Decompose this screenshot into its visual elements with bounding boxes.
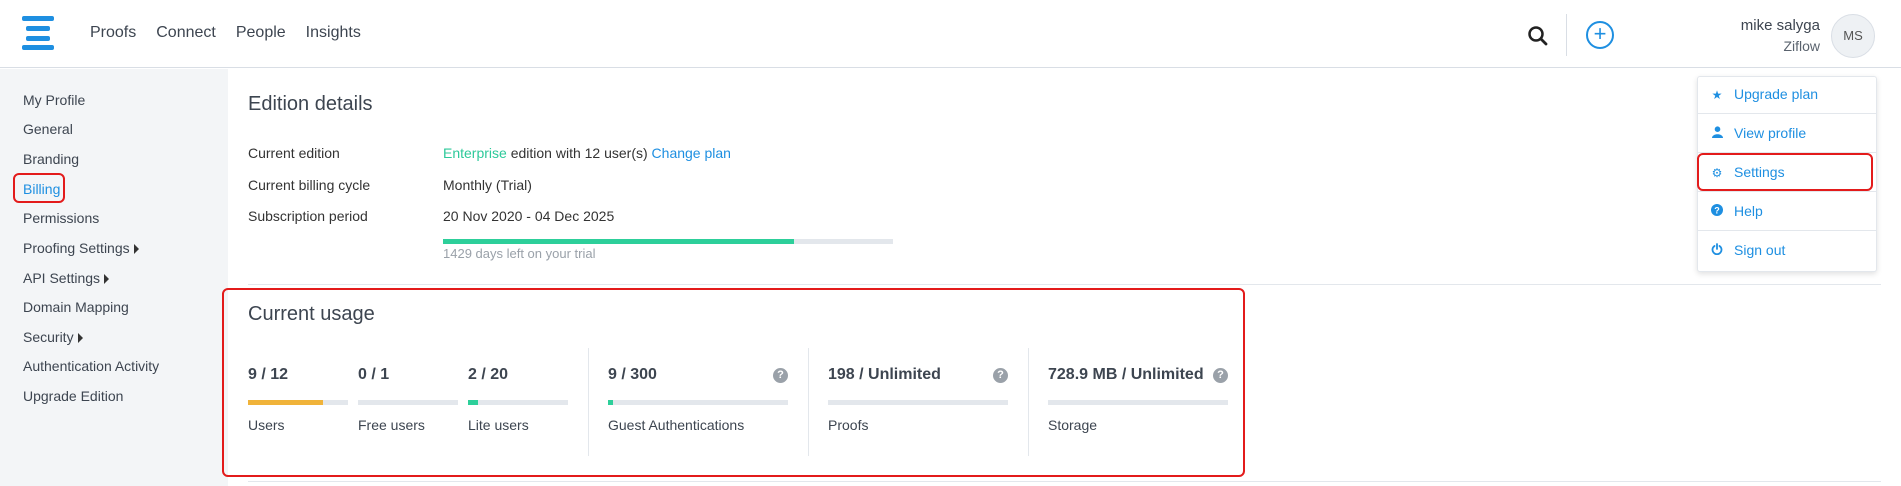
current-edition-value: Enterprise edition with 12 user(s) Chang… — [443, 145, 731, 161]
help-icon[interactable]: ? — [993, 368, 1008, 383]
settings-sidebar: My Profile General Branding Billing Perm… — [0, 69, 228, 486]
caret-right-icon — [133, 244, 139, 255]
sidebar-item-api-settings[interactable]: API Settings — [23, 270, 110, 286]
billing-cycle-value: Monthly (Trial) — [443, 177, 532, 193]
metric-divider — [588, 348, 589, 456]
sidebar-item-label: Proofing Settings — [23, 240, 130, 256]
help-icon[interactable]: ? — [773, 368, 788, 383]
menu-item-upgrade-plan[interactable]: ★ Upgrade plan — [1710, 86, 1818, 102]
metric-guest-authentications: 9 / 300 ? Guest Authentications — [608, 366, 788, 433]
sidebar-item-my-profile[interactable]: My Profile — [23, 92, 85, 108]
header-divider — [1566, 14, 1567, 56]
question-icon: ? — [1710, 204, 1724, 219]
metric-label: Storage — [1048, 417, 1098, 433]
metric-value: 2 / 20 — [468, 366, 509, 383]
current-edition-label: Current edition — [248, 145, 340, 161]
menu-divider — [1698, 191, 1876, 192]
subscription-period-value: 20 Nov 2020 - 04 Dec 2025 — [443, 208, 615, 224]
metric-value: 9 / 12 — [248, 366, 289, 383]
metric-storage: 728.9 MB / Unlimited ? Storage — [1048, 366, 1228, 433]
menu-item-sign-out[interactable]: Sign out — [1710, 242, 1785, 258]
power-icon — [1710, 243, 1724, 258]
trial-progress-fill — [443, 239, 794, 244]
metric-progress-bar — [468, 400, 568, 405]
menu-item-label: View profile — [1734, 125, 1807, 141]
menu-item-view-profile[interactable]: View profile — [1710, 125, 1806, 141]
sidebar-item-permissions[interactable]: Permissions — [23, 210, 99, 226]
billing-highlight-box — [13, 173, 65, 203]
sidebar-item-domain-mapping[interactable]: Domain Mapping — [23, 299, 129, 315]
metric-label: Users — [248, 417, 285, 433]
metric-label: Guest Authentications — [608, 417, 745, 433]
metric-progress-fill — [248, 400, 323, 405]
metric-label: Free users — [358, 417, 425, 433]
metric-label: Lite users — [468, 417, 529, 433]
change-plan-link[interactable]: Change plan — [652, 145, 731, 161]
main-nav: Proofs Connect People Insights — [90, 24, 361, 42]
person-icon — [1710, 126, 1724, 141]
menu-item-label: Help — [1734, 203, 1763, 219]
subscription-period-label: Subscription period — [248, 208, 368, 224]
sidebar-item-proofing-settings[interactable]: Proofing Settings — [23, 240, 139, 256]
nav-connect[interactable]: Connect — [156, 24, 216, 42]
avatar[interactable]: MS — [1831, 14, 1875, 58]
metric-progress-bar — [358, 400, 458, 405]
sidebar-item-authentication-activity[interactable]: Authentication Activity — [23, 358, 159, 374]
trial-days-left: 1429 days left on your trial — [443, 246, 596, 261]
menu-item-label: Sign out — [1734, 242, 1786, 258]
caret-right-icon — [77, 333, 83, 344]
star-icon: ★ — [1711, 88, 1723, 102]
sidebar-item-upgrade-edition[interactable]: Upgrade Edition — [23, 388, 123, 404]
metric-progress-bar — [248, 400, 348, 405]
section-divider — [248, 284, 1881, 285]
create-button[interactable]: + — [1586, 21, 1614, 49]
metric-progress-fill — [608, 400, 614, 405]
search-icon[interactable] — [1527, 25, 1549, 47]
sidebar-item-security[interactable]: Security — [23, 329, 83, 345]
help-icon[interactable]: ? — [1213, 368, 1228, 383]
metric-users: 9 / 12 Users — [248, 366, 348, 433]
sidebar-item-branding[interactable]: Branding — [23, 151, 79, 167]
metric-progress-bar — [608, 400, 788, 405]
sidebar-item-label: Security — [23, 329, 74, 345]
nav-proofs[interactable]: Proofs — [90, 24, 136, 42]
sidebar-item-label: API Settings — [23, 270, 101, 286]
edition-name: Enterprise — [443, 145, 507, 161]
trial-progress-bar — [443, 239, 893, 244]
metric-free-users: 0 / 1 Free users — [358, 366, 458, 433]
svg-text:?: ? — [1714, 206, 1720, 216]
nav-people[interactable]: People — [236, 24, 286, 42]
edition-details-title: Edition details — [248, 93, 373, 115]
edition-suffix: edition with 12 user(s) — [510, 145, 648, 161]
nav-insights[interactable]: Insights — [306, 24, 361, 42]
metric-value: 0 / 1 — [358, 366, 390, 383]
caret-right-icon — [104, 274, 110, 285]
menu-divider — [1698, 113, 1876, 114]
metric-value: 198 / Unlimited — [828, 366, 941, 383]
user-org: Ziflow — [1783, 38, 1820, 54]
metric-divider — [808, 348, 809, 456]
menu-divider — [1698, 230, 1876, 231]
user-name[interactable]: mike salyga — [1741, 17, 1820, 34]
ziflow-logo-icon[interactable] — [22, 16, 54, 50]
menu-item-help[interactable]: ? Help — [1710, 203, 1763, 219]
sidebar-item-general[interactable]: General — [23, 121, 73, 137]
metric-value: 728.9 MB / Unlimited — [1048, 366, 1204, 383]
metric-progress-bar — [1048, 400, 1228, 405]
section-divider — [248, 481, 1881, 482]
billing-cycle-label: Current billing cycle — [248, 177, 371, 193]
metric-value: 9 / 300 — [608, 366, 657, 383]
menu-item-label: Upgrade plan — [1734, 86, 1819, 102]
current-usage-title: Current usage — [248, 303, 375, 325]
metric-divider — [1028, 348, 1029, 456]
settings-highlight-box — [1697, 153, 1873, 191]
metric-lite-users: 2 / 20 Lite users — [468, 366, 568, 433]
metric-label: Proofs — [828, 417, 869, 433]
metric-progress-fill — [468, 400, 478, 405]
metric-proofs: 198 / Unlimited ? Proofs — [828, 366, 1008, 433]
top-bar: Proofs Connect People Insights + mike sa… — [0, 0, 1901, 68]
metric-progress-bar — [828, 400, 1008, 405]
